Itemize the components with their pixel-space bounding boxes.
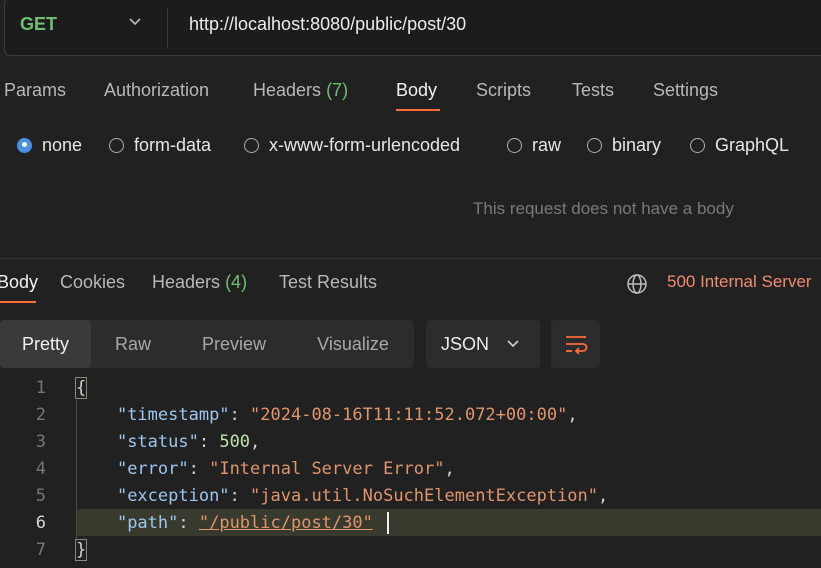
radio-x-www-form-urlencoded[interactable]: x-www-form-urlencoded bbox=[244, 134, 460, 156]
active-tab-indicator bbox=[0, 301, 36, 303]
json-value: "java.util.NoSuchElementException" bbox=[250, 486, 599, 506]
status-badge[interactable]: 500 Internal Server bbox=[667, 272, 812, 292]
tab-params[interactable]: Params bbox=[4, 80, 66, 101]
tab-authorization[interactable]: Authorization bbox=[104, 80, 209, 101]
code-line[interactable]: { bbox=[74, 377, 88, 399]
method-select[interactable]: GET bbox=[20, 14, 57, 35]
panel-divider[interactable] bbox=[0, 258, 821, 259]
line-number: 3 bbox=[35, 432, 46, 452]
open-brace: { bbox=[74, 377, 88, 399]
json-key: "exception" bbox=[116, 486, 230, 506]
tab-headers-label: Headers bbox=[253, 80, 322, 100]
json-value: 500 bbox=[219, 432, 251, 452]
view-preview-button[interactable]: Preview bbox=[186, 320, 282, 368]
divider bbox=[167, 8, 168, 48]
code-line[interactable]: } bbox=[74, 539, 88, 561]
view-raw-button[interactable]: Raw bbox=[96, 320, 170, 368]
radio-label: x-www-form-urlencoded bbox=[269, 134, 461, 155]
response-tab-headers[interactable]: Headers (4) bbox=[152, 272, 247, 293]
wrap-lines-icon bbox=[566, 336, 588, 355]
tab-settings[interactable]: Settings bbox=[653, 80, 718, 101]
response-tab-body[interactable]: Body bbox=[0, 272, 38, 293]
tab-scripts[interactable]: Scripts bbox=[476, 80, 531, 101]
line-number: 5 bbox=[35, 486, 46, 506]
code-line[interactable]: "timestamp": "2024-08-16T11:11:52.072+00… bbox=[76, 405, 578, 425]
radio-label: GraphQL bbox=[715, 134, 790, 155]
headers-count-badge: (4) bbox=[225, 272, 248, 292]
active-tab-indicator bbox=[396, 109, 440, 111]
tab-headers[interactable]: Headers (7) bbox=[253, 80, 348, 101]
radio-label: raw bbox=[532, 134, 562, 155]
text-cursor bbox=[387, 512, 389, 534]
code-line[interactable]: "path": "/public/post/30" bbox=[76, 513, 373, 533]
radio-icon bbox=[690, 137, 705, 153]
code-line[interactable]: "status": 500, bbox=[76, 432, 260, 452]
view-visualize-button[interactable]: Visualize bbox=[300, 320, 406, 368]
radio-selected-icon bbox=[17, 137, 32, 153]
radio-icon bbox=[244, 137, 259, 153]
headers-count-badge: (7) bbox=[326, 80, 349, 100]
radio-icon bbox=[109, 137, 124, 153]
line-number: 6 bbox=[35, 513, 46, 533]
line-number: 7 bbox=[35, 540, 46, 560]
radio-form-data[interactable]: form-data bbox=[109, 134, 211, 156]
radio-raw[interactable]: raw bbox=[507, 134, 561, 156]
json-value-link[interactable]: "/public/post/30" bbox=[199, 513, 373, 533]
json-value: "2024-08-16T11:11:52.072+00:00" bbox=[250, 405, 568, 425]
radio-label: binary bbox=[612, 134, 662, 155]
radio-label: none bbox=[42, 134, 83, 155]
no-body-message: This request does not have a body bbox=[473, 199, 734, 218]
chevron-down-icon[interactable] bbox=[128, 15, 142, 29]
response-tab-test-results[interactable]: Test Results bbox=[279, 272, 377, 293]
json-key: "status" bbox=[116, 432, 199, 452]
tab-tests[interactable]: Tests bbox=[572, 80, 614, 101]
response-tab-cookies[interactable]: Cookies bbox=[60, 272, 125, 293]
radio-icon bbox=[507, 137, 522, 153]
json-key: "timestamp" bbox=[116, 405, 230, 425]
code-line[interactable]: "exception": "java.util.NoSuchElementExc… bbox=[76, 486, 608, 506]
response-tab-headers-label: Headers bbox=[152, 272, 221, 292]
json-key: "error" bbox=[116, 459, 189, 479]
json-value: "Internal Server Error" bbox=[209, 459, 445, 479]
line-number: 1 bbox=[35, 378, 46, 398]
tab-body[interactable]: Body bbox=[396, 80, 437, 101]
code-line[interactable]: "error": "Internal Server Error", bbox=[76, 459, 455, 479]
url-input[interactable]: http://localhost:8080/public/post/30 bbox=[189, 14, 466, 35]
format-select-value: JSON bbox=[441, 334, 490, 354]
close-brace: } bbox=[74, 539, 88, 561]
radio-graphql[interactable]: GraphQL bbox=[690, 134, 789, 156]
json-key: "path" bbox=[116, 513, 179, 533]
line-number: 2 bbox=[35, 405, 46, 425]
radio-none[interactable]: none bbox=[17, 134, 82, 156]
view-pretty-button[interactable]: Pretty bbox=[0, 320, 91, 368]
line-number: 4 bbox=[35, 459, 46, 479]
chevron-down-icon bbox=[507, 340, 519, 348]
globe-icon[interactable] bbox=[626, 273, 648, 295]
radio-label: form-data bbox=[134, 134, 212, 155]
radio-binary[interactable]: binary bbox=[587, 134, 661, 156]
radio-icon bbox=[587, 137, 602, 153]
